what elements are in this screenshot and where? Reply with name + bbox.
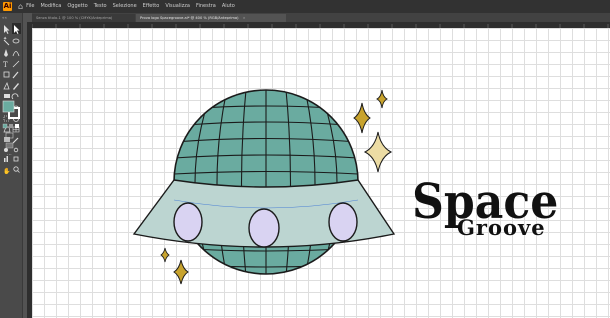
menu-effetto[interactable]: Effetto [140,0,163,13]
saucer-window-left[interactable] [173,202,203,242]
close-tab-icon[interactable]: × [243,16,246,20]
document-tab-bar: Senza titolo-1 @ 100 % (CMYK/Anteprima) … [32,13,610,22]
none-mode-icon[interactable] [15,124,19,128]
svg-text:✦: ✦ [3,36,7,42]
sparkle-large-gold[interactable] [353,102,371,134]
menu-file[interactable]: File [23,0,37,13]
menu-modifica[interactable]: Modifica [37,0,64,13]
saucer-window-right[interactable] [328,202,358,242]
pen-tool-icon[interactable] [4,49,8,57]
lasso-tool-icon[interactable] [12,38,20,44]
more-tools-icon[interactable]: ··· [7,152,12,158]
sparkle-bottom-small[interactable] [160,247,170,263]
menu-selezione[interactable]: Selezione [110,0,140,13]
line-tool-icon[interactable] [12,60,20,68]
zoom-tool-icon[interactable] [13,166,20,173]
draw-mode-icon[interactable] [5,132,14,139]
menu-testo[interactable]: Testo [91,0,110,13]
document-tab-2[interactable]: Prova logo Spacegroove.ai* @ 400 % (RGB/… [136,14,286,22]
svg-text:✋: ✋ [3,167,10,175]
menu-bar: Ai ⌂ File Modifica Oggetto Testo Selezio… [0,0,610,13]
eraser-tool-icon[interactable] [4,94,10,98]
rectangle-tool-icon[interactable] [3,71,10,78]
document-tab-1[interactable]: Senza titolo-1 @ 100 % (CMYK/Anteprima) [32,14,135,22]
direct-selection-tool-icon[interactable] [12,23,21,34]
gradient-mode-icon[interactable] [9,124,13,128]
pencil-tool-icon[interactable] [13,83,19,90]
curvature-tool-icon[interactable] [12,51,20,57]
menu-oggetto[interactable]: Oggetto [64,0,90,13]
tools-panel: «« ✦ T ✋ ··· [0,13,23,318]
tab-label: Senza titolo-1 @ 100 % (CMYK/Anteprima) [36,16,113,20]
app-logo: Ai [3,2,12,11]
menu-finestra[interactable]: Finestra [193,0,219,13]
shaper-tool-icon[interactable] [3,81,10,90]
sparkle-light[interactable] [363,131,393,173]
color-mode-icon[interactable] [2,123,8,129]
paintbrush-tool-icon[interactable] [12,71,19,79]
logo-title-groove[interactable]: Groove [457,215,546,240]
saucer-graphic[interactable] [132,179,396,248]
svg-text:T: T [3,61,8,69]
screen-mode-icon[interactable] [5,142,14,149]
type-tool-icon[interactable]: T [3,61,8,69]
fill-swatch[interactable] [2,100,15,113]
selection-tool-icon[interactable] [4,25,10,34]
saucer-window-center[interactable] [248,208,280,248]
svg-text:««: «« [2,15,7,20]
sparkle-bottom-gold[interactable] [173,259,189,285]
hand-tool-icon[interactable]: ✋ [3,167,10,175]
menu-aiuto[interactable]: Aiuto [219,0,238,13]
tab-label: Prova logo Spacegroove.ai* @ 400 % (RGB/… [140,16,239,20]
magic-wand-tool-icon[interactable]: ✦ [3,36,10,46]
menu-visualizza[interactable]: Visualizza [162,0,193,13]
artboard-canvas[interactable]: Space Groove [32,28,610,318]
sparkle-small-gold[interactable] [375,89,389,109]
